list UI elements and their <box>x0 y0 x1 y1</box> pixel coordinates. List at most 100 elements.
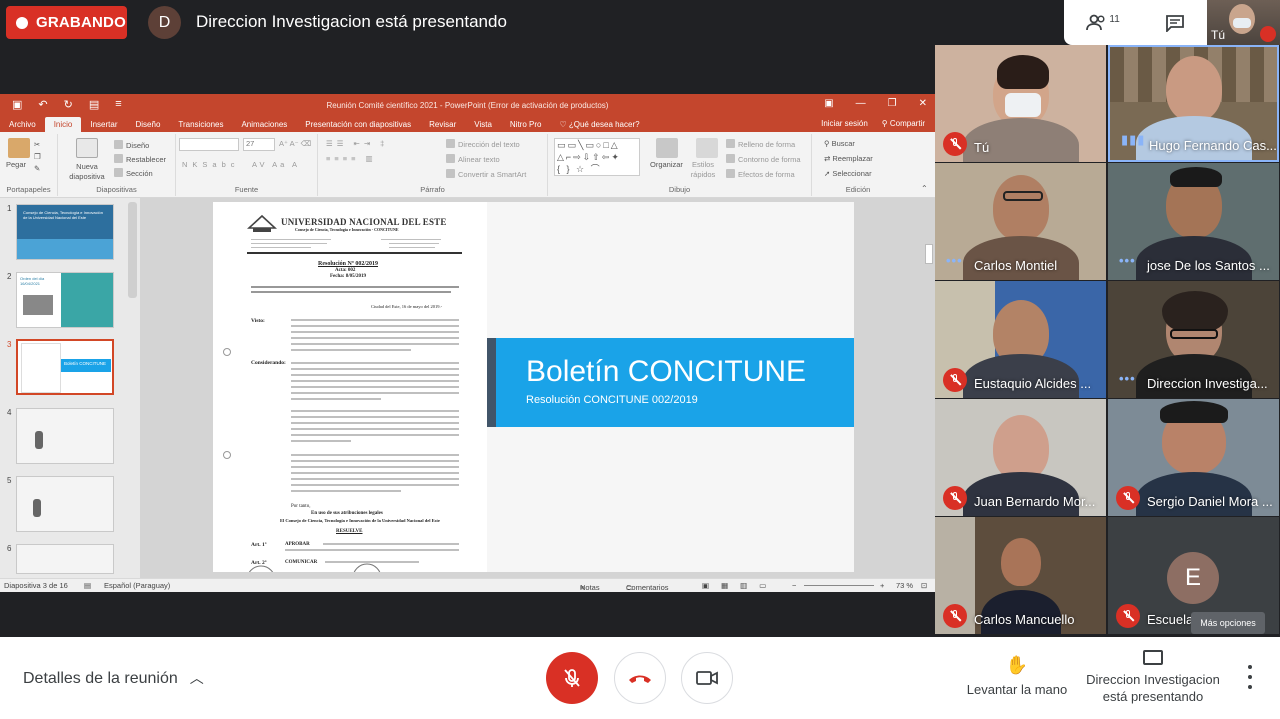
list-icons[interactable]: ☰☰ ⇤⇥ ‡ <box>326 139 388 148</box>
paste-button[interactable]: Pegar <box>6 160 26 169</box>
current-slide[interactable]: UNIVERSIDAD NACIONAL DEL ESTE Consejo de… <box>213 202 854 572</box>
font-style-icons[interactable]: NKSabc <box>182 160 240 169</box>
participant-tile[interactable]: Eustaquio Alcides ... <box>935 281 1106 398</box>
meeting-details-button[interactable]: Detalles de la reunión ︿ <box>23 668 204 688</box>
align-icons[interactable]: ≡≡≡≡ ▥ <box>326 154 377 163</box>
quick-styles-icon[interactable] <box>696 138 718 158</box>
arrange-icon[interactable] <box>656 138 678 158</box>
view-buttons[interactable]: ▣▦▥▭ <box>702 581 778 590</box>
more-options-button[interactable] <box>1240 665 1260 689</box>
copy-icon[interactable]: ❐ <box>34 152 41 161</box>
participant-tile[interactable]: ••• Direccion Investiga... <box>1108 281 1279 398</box>
maximize-icon[interactable]: ❐ <box>888 98 897 109</box>
slide-thumb-2[interactable]: Orden del día 16/04/2021 <box>16 272 114 328</box>
quick-styles-button[interactable]: Estilos rápidos <box>688 160 718 180</box>
tab-insertar[interactable]: Insertar <box>81 117 126 132</box>
select-button[interactable]: ➚ Seleccionar <box>824 169 872 178</box>
tab-inicio[interactable]: Inicio <box>44 117 82 132</box>
replace-button[interactable]: ⇄ Reemplazar <box>824 154 873 163</box>
zoom-in-icon[interactable]: + <box>880 581 884 590</box>
zoom-slider[interactable] <box>804 585 874 586</box>
new-slide-icon[interactable] <box>76 138 98 158</box>
ppt-title-bar: ▣ ↶ ↻ ▤ ≡ Reunión Comité científico 2021… <box>0 94 935 116</box>
font-grow-icon[interactable]: A⁺ A⁻ ⌫ <box>279 139 311 148</box>
slide-thumb-4[interactable] <box>16 408 114 464</box>
shapes-gallery[interactable]: ▭▭╲▭○□△ △⌐⇨⇩⇧⇦✦{ } ☆ ⌒ <box>554 138 640 176</box>
fit-to-window-icon[interactable]: ⊡ <box>921 581 927 590</box>
close-icon[interactable]: ✕ <box>919 98 927 109</box>
slide-thumb-1[interactable]: Consejo de Ciencia, Tecnología e Innovac… <box>16 204 114 260</box>
participant-tile[interactable]: Juan Bernardo Mor... <box>935 399 1106 516</box>
font-color-icons[interactable]: AV Aa A <box>252 160 300 169</box>
find-button[interactable]: ⚲ Buscar <box>824 139 855 148</box>
camera-toggle-button[interactable] <box>681 652 733 704</box>
thumbnails-scrollbar[interactable] <box>128 202 137 298</box>
cut-icon[interactable]: ✂ <box>34 140 40 149</box>
shape-effects-button[interactable]: Efectos de forma <box>726 169 795 179</box>
section-button[interactable]: Sección <box>114 168 153 178</box>
self-view-tile[interactable]: Tú <box>1207 0 1280 45</box>
participant-tile[interactable]: Sergio Daniel Mora ... <box>1108 399 1279 516</box>
doc-resuelve: RESUELVE <box>336 529 363 534</box>
smartart-button[interactable]: Convertir a SmartArt <box>446 169 526 179</box>
participant-tile[interactable]: ••• Carlos Montiel <box>935 163 1106 280</box>
collapse-ribbon-icon[interactable]: ⌃ <box>921 184 928 193</box>
tab-diseno[interactable]: Diseño <box>127 117 170 132</box>
participant-tile[interactable]: Carlos Mancuello <box>935 517 1106 634</box>
shape-outline-button[interactable]: Contorno de forma <box>726 154 801 164</box>
font-size-field[interactable]: 27 <box>243 138 275 151</box>
text-direction-icon <box>446 139 455 148</box>
chat-button[interactable] <box>1165 14 1185 32</box>
arrange-button[interactable]: Organizar <box>650 160 683 169</box>
participant-tile[interactable]: ••• jose De los Santos ... <box>1108 163 1279 280</box>
banner-title: Boletín CONCITUNE <box>526 355 807 388</box>
participant-tile[interactable]: Tú <box>935 45 1106 162</box>
tab-transiciones[interactable]: Transiciones <box>169 117 232 132</box>
slide-thumb-5[interactable] <box>16 476 114 532</box>
comments-label: Comentarios <box>626 583 669 592</box>
spellcheck-icon[interactable]: ▤ <box>84 581 91 590</box>
raise-hand-label: Levantar la mano <box>966 682 1068 697</box>
leave-call-button[interactable] <box>614 652 666 704</box>
paste-icon[interactable] <box>8 138 30 158</box>
zoom-out-icon[interactable]: − <box>792 581 796 590</box>
new-slide-button[interactable]: Nueva diapositiva <box>64 162 110 182</box>
tab-nitro[interactable]: Nitro Pro <box>501 117 551 132</box>
tab-revisar[interactable]: Revisar <box>420 117 465 132</box>
tab-animaciones[interactable]: Animaciones <box>232 117 296 132</box>
font-name-field[interactable] <box>179 138 239 151</box>
raise-hand-button[interactable]: ✋ Levantar la mano <box>960 655 1074 697</box>
shape-fill-button[interactable]: Relleno de forma <box>726 139 795 149</box>
tab-presentacion[interactable]: Presentación con diapositivas <box>296 117 420 132</box>
share-button[interactable]: ⚲ Compartir <box>882 119 925 128</box>
outline-icon <box>726 154 735 163</box>
tab-vista[interactable]: Vista <box>465 117 501 132</box>
participant-name: Direccion Investiga... <box>1147 376 1268 391</box>
tab-archivo[interactable]: Archivo <box>0 117 45 132</box>
text-direction-button[interactable]: Dirección del texto <box>446 139 520 149</box>
format-painter-icon[interactable]: ✎ <box>34 164 40 173</box>
minimize-icon[interactable]: — <box>856 98 866 109</box>
tell-me-search[interactable]: ♡ ¿Qué desea hacer? <box>550 117 648 132</box>
presentation-button[interactable]: Direccion Investigacion está presentando <box>1080 650 1226 705</box>
participant-tile[interactable]: ▮▮▮ Hugo Fernando Cas... <box>1108 45 1279 162</box>
layout-button[interactable]: Diseño <box>114 140 149 150</box>
slide-thumb-3[interactable]: Boletín CONCITUNE <box>16 339 114 395</box>
participant-avatar: E <box>1167 552 1219 604</box>
resize-handle[interactable] <box>223 348 231 356</box>
zoom-level[interactable]: 73 % <box>896 581 913 590</box>
editor-scrollbar[interactable] <box>925 244 933 264</box>
hand-icon: ✋ <box>1005 655 1029 675</box>
mic-toggle-button[interactable] <box>546 652 598 704</box>
ribbon-options-icon[interactable]: ▣ <box>824 98 833 109</box>
reset-button[interactable]: Restablecer <box>114 154 166 164</box>
align-text-button[interactable]: Alinear texto <box>446 154 500 164</box>
language-status[interactable]: Español (Paraguay) <box>104 581 170 590</box>
banner-accent-strip <box>487 338 496 427</box>
resize-handle[interactable] <box>223 451 231 459</box>
slide-thumb-6[interactable] <box>16 544 114 574</box>
more-options-icon: ••• <box>946 253 963 268</box>
participants-button[interactable]: 11 <box>1086 14 1120 32</box>
search-icon: ⚲ <box>824 139 832 148</box>
signin-link[interactable]: Iniciar sesión <box>821 119 868 128</box>
